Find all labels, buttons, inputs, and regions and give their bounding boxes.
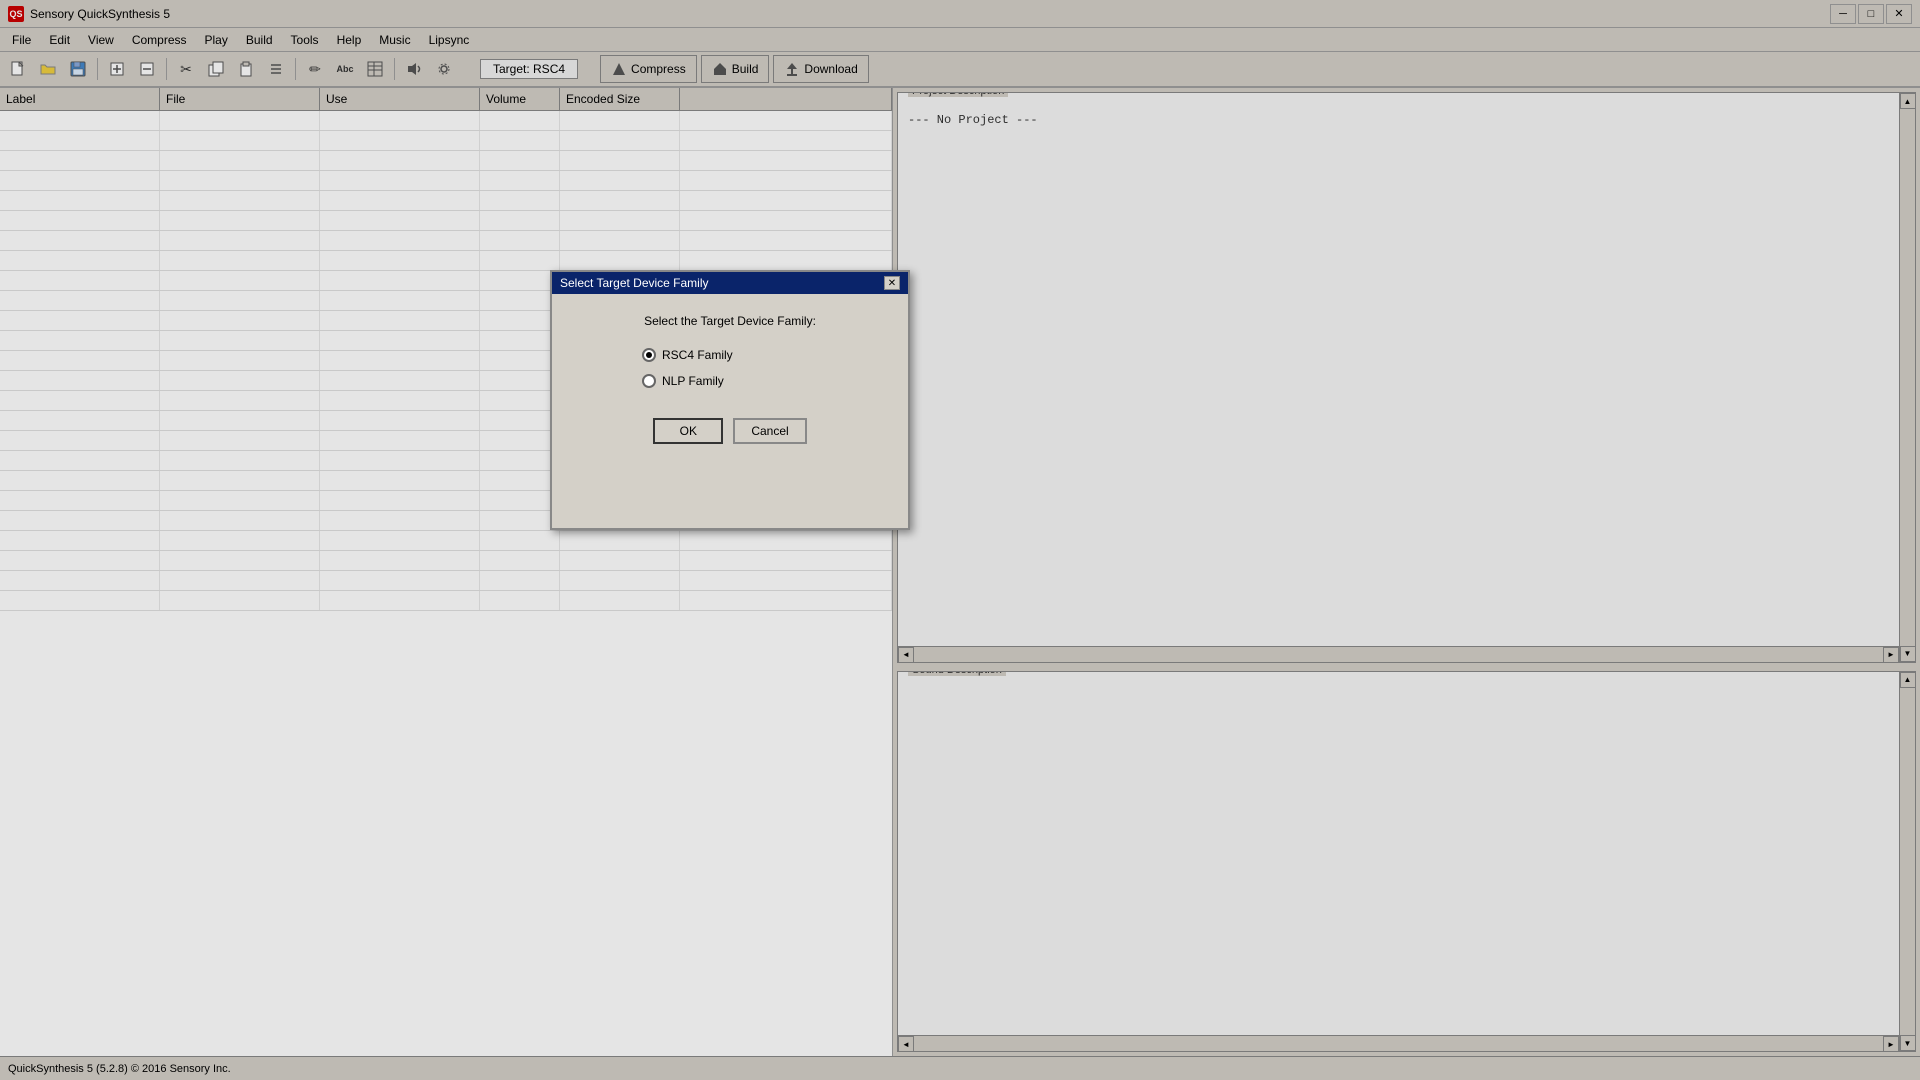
ok-button[interactable]: OK [653,418,723,444]
dialog-instruction: Select the Target Device Family: [644,314,816,328]
radio-rsc4[interactable]: RSC4 Family [642,348,733,362]
dialog-body: Select the Target Device Family: RSC4 Fa… [552,294,908,464]
radio-rsc4-label: RSC4 Family [662,348,733,362]
select-target-dialog: Select Target Device Family ✕ Select the… [550,270,910,530]
radio-nlp-input[interactable] [642,374,656,388]
dialog-buttons: OK Cancel [653,418,806,444]
dialog-title: Select Target Device Family [560,276,709,290]
radio-nlp[interactable]: NLP Family [642,374,724,388]
dialog-titlebar: Select Target Device Family ✕ [552,272,908,294]
dialog-close-button[interactable]: ✕ [884,276,900,290]
radio-nlp-label: NLP Family [662,374,724,388]
modal-overlay: Select Target Device Family ✕ Select the… [0,0,1920,1080]
radio-rsc4-input[interactable] [642,348,656,362]
radio-group: RSC4 Family NLP Family [582,348,878,388]
cancel-button[interactable]: Cancel [733,418,806,444]
